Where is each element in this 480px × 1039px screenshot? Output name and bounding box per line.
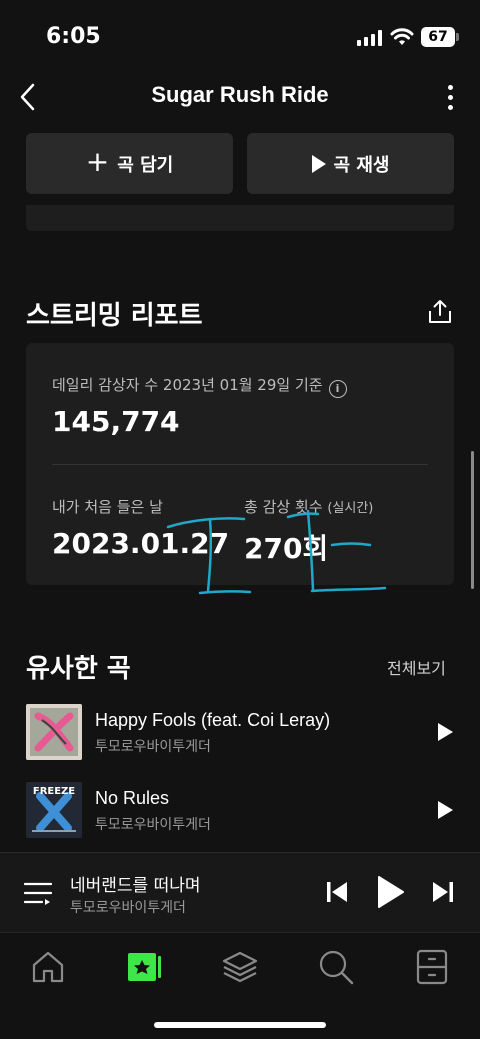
library-icon[interactable] — [220, 947, 260, 987]
status-time: 6:05 — [46, 24, 101, 49]
home-icon[interactable] — [28, 947, 68, 987]
play-song-label: 곡 재생 — [333, 154, 390, 176]
now-playing-title: 네버랜드를 떠나며 — [70, 876, 201, 896]
play-pause-icon[interactable] — [377, 875, 405, 909]
battery-nub — [456, 33, 459, 41]
previous-track-icon[interactable] — [326, 880, 348, 904]
my-music-icon[interactable] — [124, 947, 164, 987]
share-icon[interactable] — [426, 298, 454, 326]
wifi-icon — [390, 28, 414, 45]
total-plays-value: 270회 — [244, 532, 329, 565]
song-title: No Rules — [95, 788, 170, 808]
report-title: 스트리밍 리포트 — [26, 301, 203, 331]
song-row[interactable]: FREEZE No Rules 투모로우바이투게더 — [0, 782, 480, 844]
scrollbar[interactable] — [471, 451, 474, 589]
add-song-label: 곡 담기 — [117, 154, 174, 176]
add-song-button[interactable]: + 곡 담기 — [26, 133, 233, 194]
search-icon[interactable] — [316, 947, 356, 987]
header: Sugar Rush Ride — [0, 72, 480, 122]
next-track-icon[interactable] — [432, 880, 454, 904]
play-icon — [311, 154, 326, 173]
song-artist: 투모로우바이투게더 — [95, 817, 211, 833]
song-title: Happy Fools (feat. Coi Leray) — [95, 710, 331, 730]
total-plays-label: 총 감상 횟수 (실시간) — [244, 498, 374, 516]
signal-icon — [357, 30, 383, 46]
mini-player[interactable]: 네버랜드를 떠나며 투모로우바이투게더 — [0, 852, 480, 932]
song-artist: 투모로우바이투게더 — [95, 739, 211, 755]
first-listen-value: 2023.01.27 — [52, 527, 230, 560]
view-all-link[interactable]: 전체보기 — [387, 655, 446, 679]
similar-songs-title: 유사한 곡 — [26, 654, 131, 684]
streaming-report-card: 데일리 감상자 수 2023년 01월 29일 기준 i 145,774 내가 처… — [26, 343, 454, 585]
divider — [52, 464, 428, 465]
album-art: FREEZE — [26, 782, 82, 838]
info-icon[interactable]: i — [328, 380, 347, 398]
collapsed-card — [26, 205, 454, 231]
play-song-button[interactable]: 곡 재생 — [247, 133, 454, 194]
more-options-icon[interactable] — [438, 80, 462, 114]
page-title: Sugar Rush Ride — [151, 82, 329, 107]
daily-listeners-label: 데일리 감상자 수 2023년 01월 29일 기준 i — [52, 374, 347, 398]
storage-icon[interactable] — [412, 947, 452, 987]
play-icon[interactable] — [438, 723, 453, 741]
now-playing-artist: 투모로우바이투게더 — [70, 900, 186, 916]
daily-listeners-value: 145,774 — [52, 405, 180, 438]
status-bar: 6:05 67 — [0, 0, 480, 72]
home-indicator — [154, 1022, 326, 1028]
battery-indicator: 67 — [421, 27, 455, 47]
playlist-icon[interactable] — [24, 881, 52, 907]
first-listen-label: 내가 처음 들은 날 — [52, 498, 163, 516]
album-art — [26, 704, 82, 760]
song-row[interactable]: Happy Fools (feat. Coi Leray) 투모로우바이투게더 — [0, 704, 480, 766]
play-icon[interactable] — [438, 801, 453, 819]
album-art-text: FREEZE — [33, 786, 75, 797]
plus-icon: + — [85, 145, 110, 178]
